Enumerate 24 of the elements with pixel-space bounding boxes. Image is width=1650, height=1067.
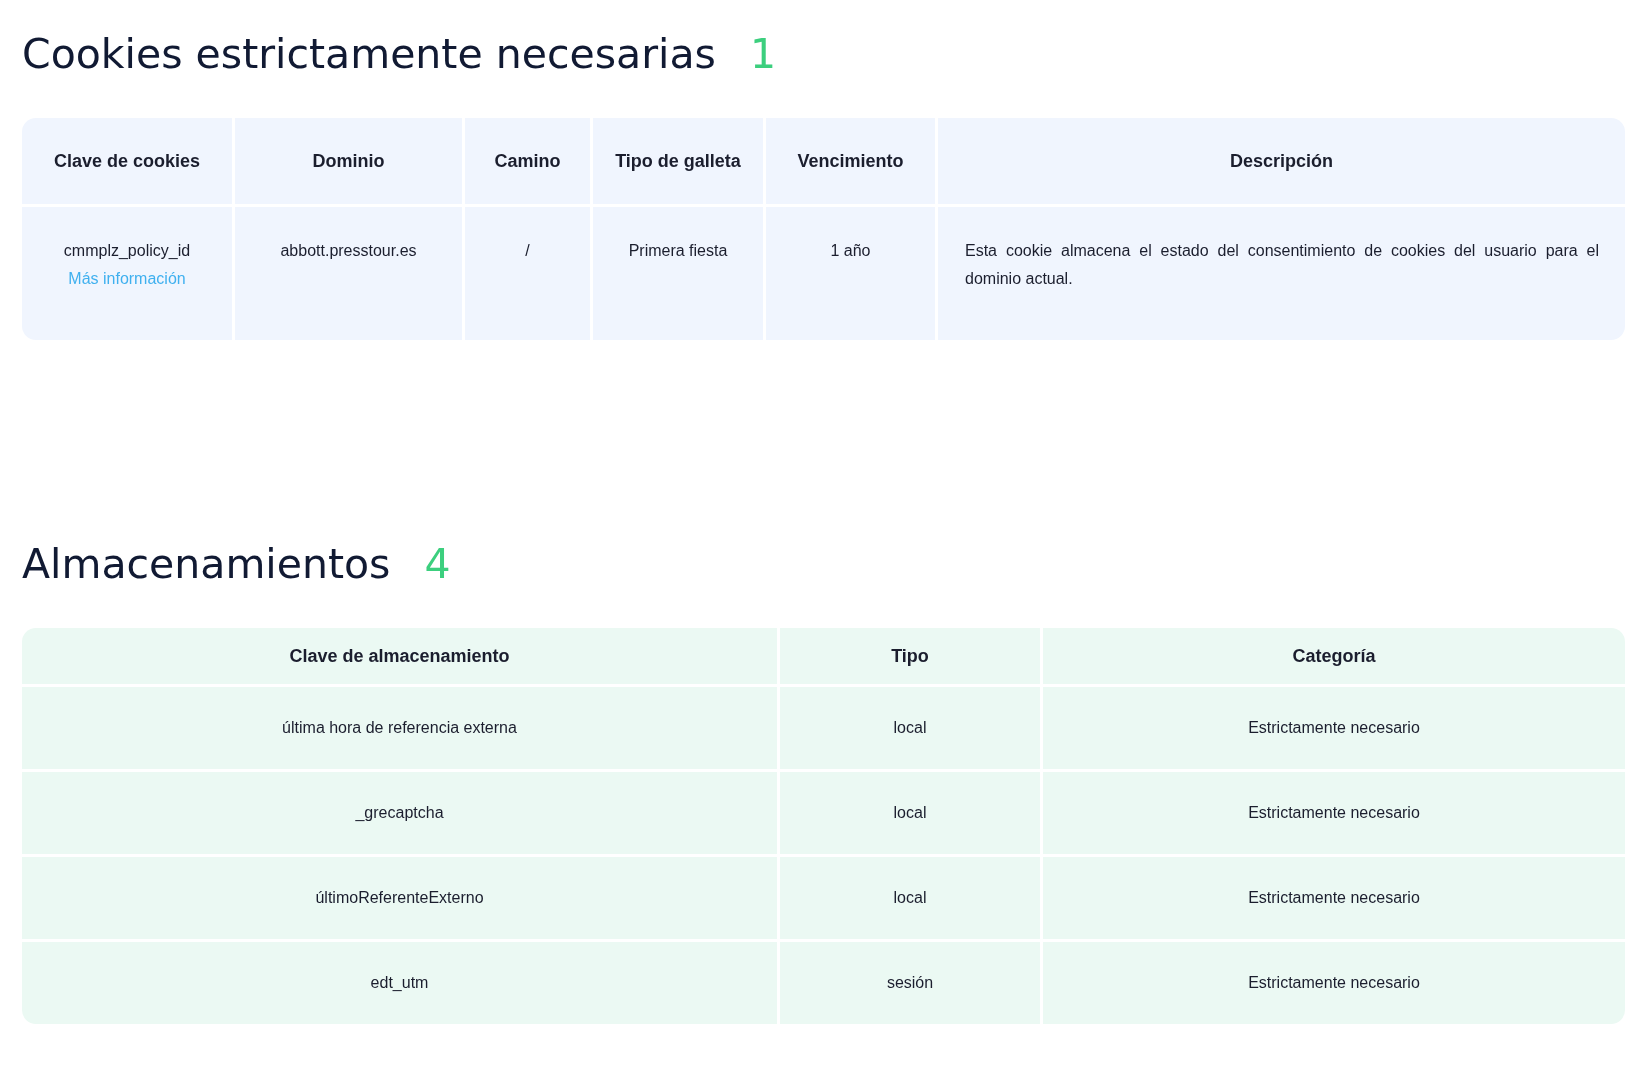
column-header: Vencimiento	[764, 118, 937, 206]
column-header: Categoría	[1041, 628, 1625, 686]
table-cell: local	[778, 770, 1042, 856]
column-header: Camino	[463, 118, 592, 206]
description-cell: Esta cookie almacena el estado del consentimiento de cookies del usuario para el dominio actual.	[936, 205, 1625, 340]
cookie-key: cmmplz_policy_id	[30, 237, 224, 265]
table-cell: últimoReferenteExterno	[22, 855, 779, 941]
column-header: Tipo de galleta	[591, 118, 765, 206]
table-cell: _grecaptcha	[22, 770, 779, 856]
table-cell: local	[778, 855, 1042, 941]
table-cell: local	[778, 685, 1042, 771]
table-cell: última hora de referencia externa	[22, 685, 779, 771]
more-info-link[interactable]: Más información	[30, 265, 224, 293]
column-header: Tipo	[778, 628, 1042, 686]
column-header: Descripción	[936, 118, 1625, 206]
table-cell: Estrictamente necesario	[1041, 940, 1625, 1024]
item-count: 1	[749, 30, 776, 78]
column-header: Dominio	[233, 118, 464, 206]
column-header: Clave de cookies	[22, 118, 234, 206]
item-count: 4	[424, 540, 451, 588]
section-title: Cookies estrictamente necesarias	[22, 30, 716, 78]
column-header: Clave de almacenamiento	[22, 628, 779, 686]
section-title: Almacenamientos	[22, 540, 391, 588]
table-cell: edt_utm	[22, 940, 779, 1024]
